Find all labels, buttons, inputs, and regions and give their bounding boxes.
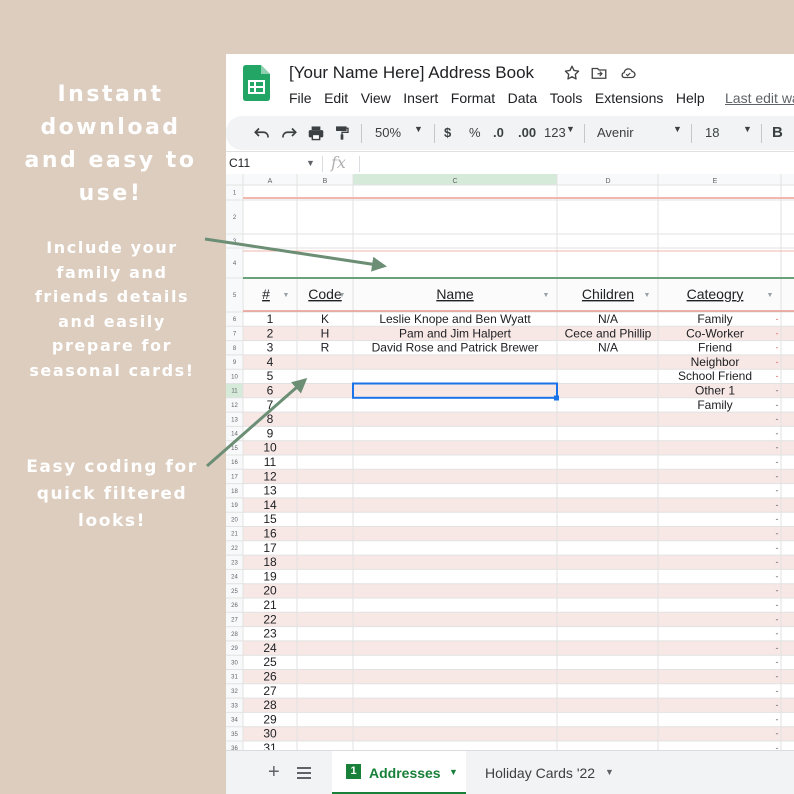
arrow-to-code-column — [206, 378, 308, 468]
annotation-arrows — [204, 237, 387, 468]
arrow-to-name-column — [204, 237, 387, 272]
